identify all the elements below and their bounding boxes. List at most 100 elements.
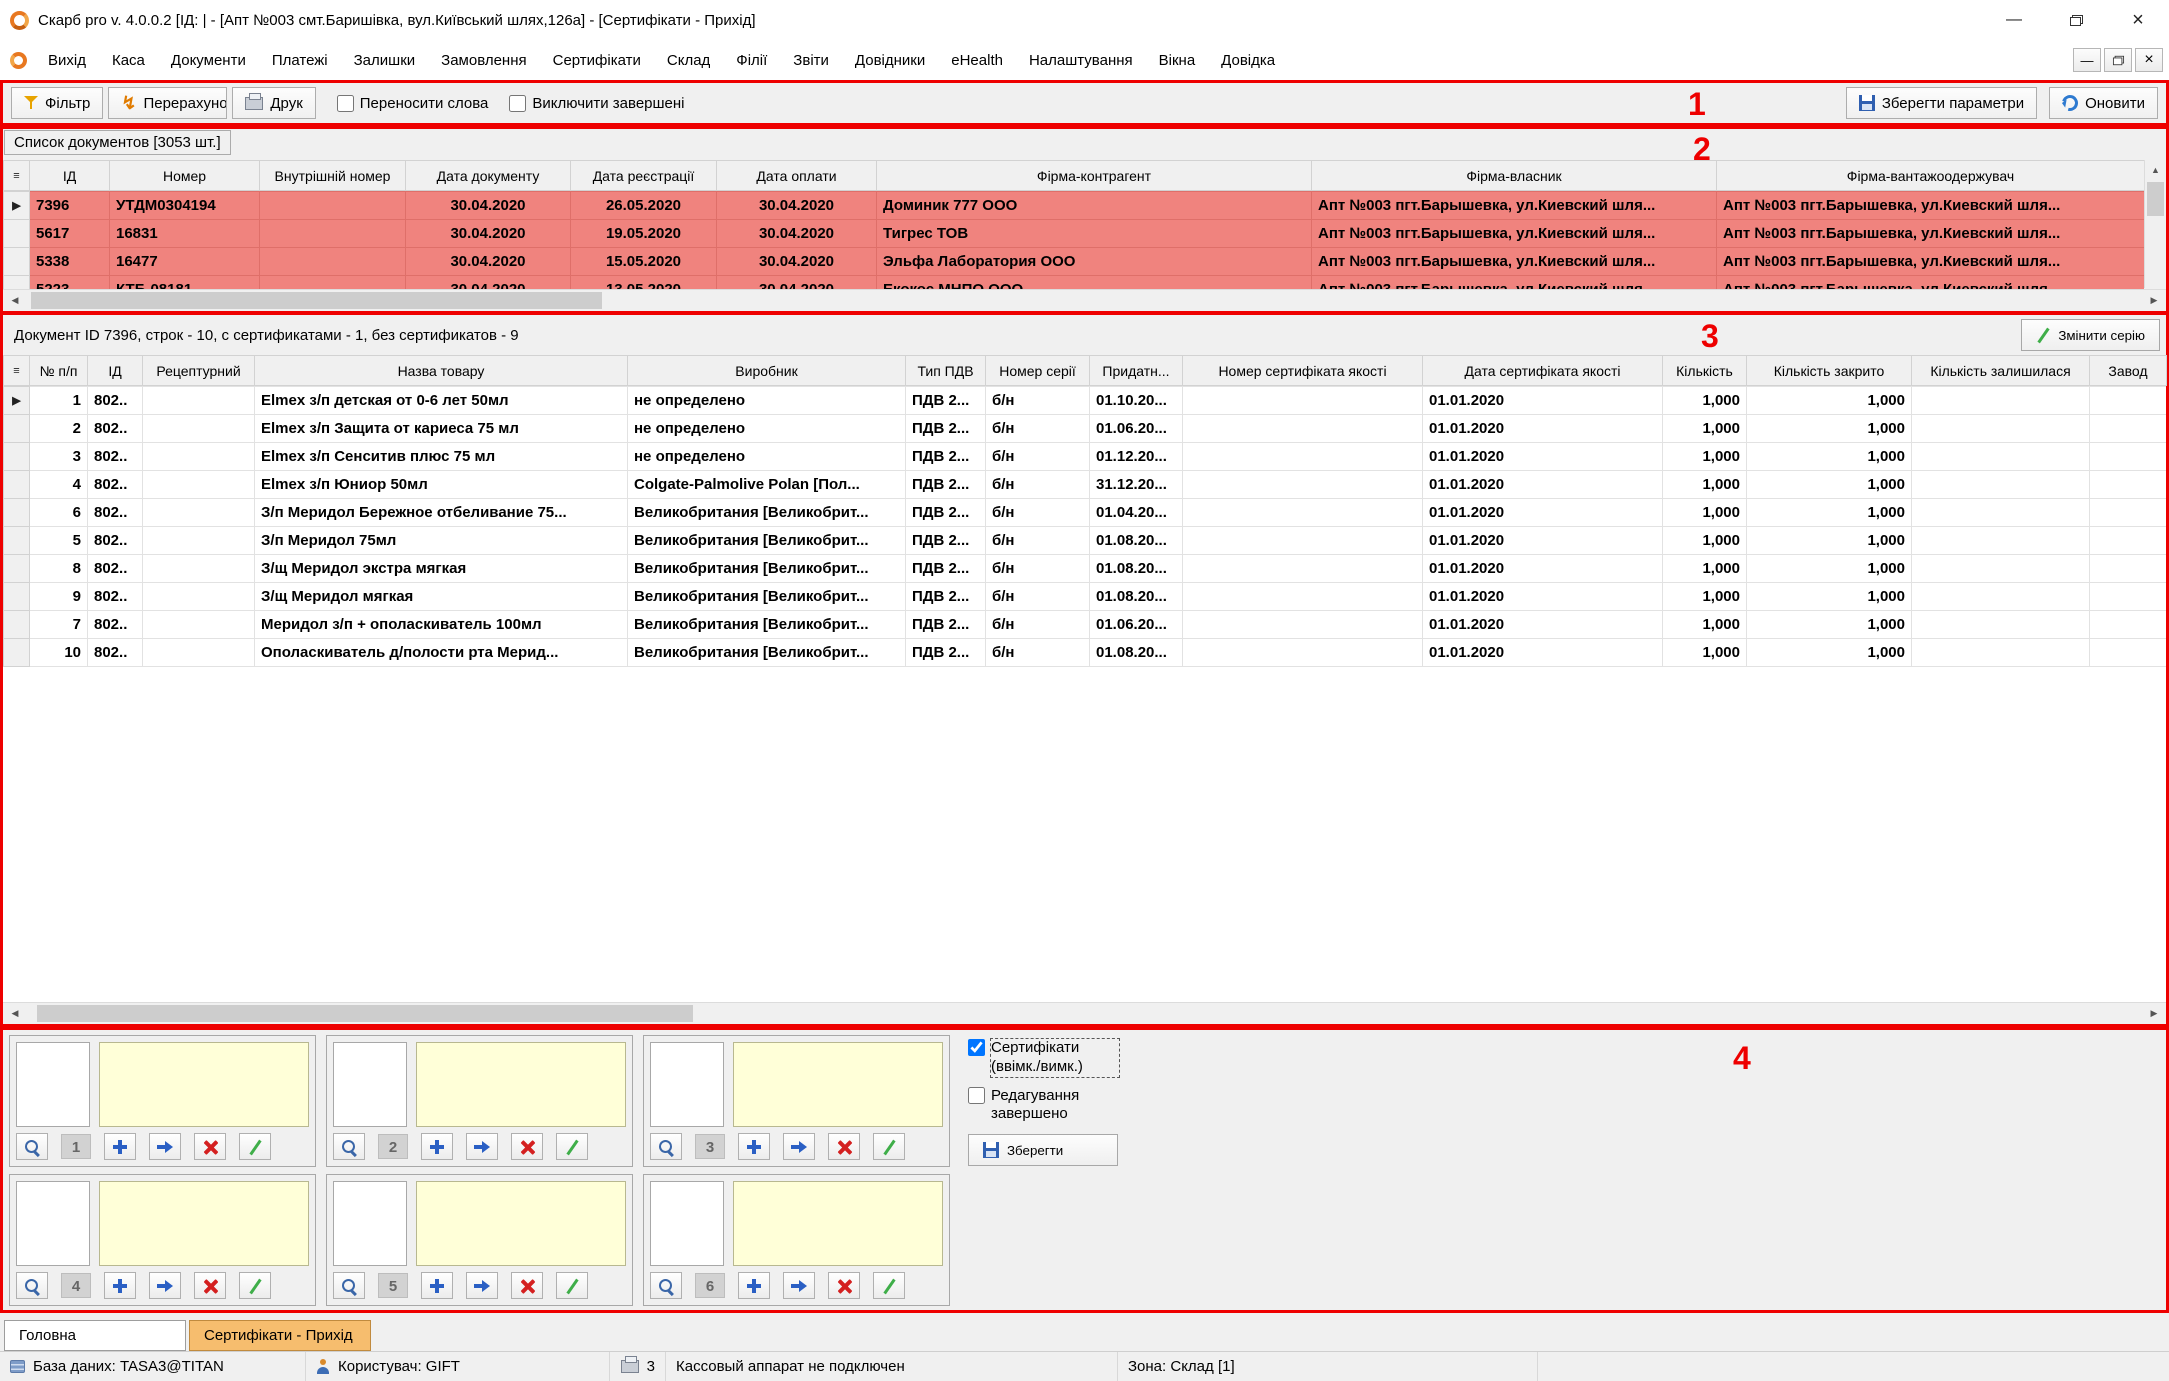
save-certificates-button[interactable]: Зберегти — [968, 1134, 1118, 1166]
detail-row[interactable]: 7 802.. Меридол з/п + ополаскиватель 100… — [4, 611, 2167, 639]
horizontal-scroll-thumb[interactable] — [37, 1005, 693, 1022]
open-certificate-button[interactable] — [466, 1133, 498, 1160]
detail-horizontal-scrollbar[interactable]: ◀ ▶ — [3, 1002, 2166, 1024]
col-pay-date[interactable]: Дата оплати — [717, 161, 877, 191]
menu-item-platezhi[interactable]: Платежі — [259, 43, 341, 78]
col-consignee[interactable]: Фірма-вантажоодержувач — [1717, 161, 2145, 191]
editing-done-input[interactable] — [968, 1087, 985, 1104]
certificate-preview[interactable] — [733, 1181, 943, 1266]
open-certificate-button[interactable] — [149, 1272, 181, 1299]
delete-certificate-button[interactable] — [828, 1133, 860, 1160]
certificate-preview[interactable] — [733, 1042, 943, 1127]
col-cert-number[interactable]: Номер сертифіката якості — [1183, 356, 1423, 386]
col-quantity-closed[interactable]: Кількість закрито — [1747, 356, 1912, 386]
col-internal-number[interactable]: Внутрішній номер — [260, 161, 406, 191]
delete-certificate-button[interactable] — [194, 1133, 226, 1160]
document-row[interactable]: 5338 16477 30.04.2020 15.05.2020 30.04.2… — [4, 248, 2145, 276]
zoom-certificate-button[interactable] — [333, 1133, 365, 1160]
col-doc-date[interactable]: Дата документу — [406, 161, 571, 191]
certificate-thumbnail[interactable] — [16, 1042, 90, 1127]
refresh-button[interactable]: Оновити — [2049, 87, 2158, 119]
col-line-no[interactable]: № п/п — [30, 356, 88, 386]
documents-vertical-scrollbar[interactable]: ▲ — [2144, 160, 2166, 288]
col-quantity[interactable]: Кількість — [1663, 356, 1747, 386]
detail-row[interactable]: 3 802.. Elmex з/п Сенситив плюс 75 мл не… — [4, 443, 2167, 471]
col-plant[interactable]: Завод — [2090, 356, 2167, 386]
col-prescription[interactable]: Рецептурний — [143, 356, 255, 386]
col-vat-type[interactable]: Тип ПДВ — [906, 356, 986, 386]
filter-button[interactable]: Фільтр — [11, 87, 103, 119]
detail-row[interactable]: 6 802.. З/п Меридол Бережное отбеливание… — [4, 499, 2167, 527]
zoom-certificate-button[interactable] — [333, 1272, 365, 1299]
certificate-thumbnail[interactable] — [16, 1181, 90, 1266]
document-row[interactable]: 5617 16831 30.04.2020 19.05.2020 30.04.2… — [4, 220, 2145, 248]
edit-certificate-button[interactable] — [873, 1133, 905, 1160]
col-product-name[interactable]: Назва товару — [255, 356, 628, 386]
tab-certificates-receipt[interactable]: Сертифікати - Прихід — [189, 1320, 371, 1351]
menu-item-nalashtuvannia[interactable]: Налаштування — [1016, 43, 1146, 78]
delete-certificate-button[interactable] — [511, 1133, 543, 1160]
add-certificate-button[interactable] — [104, 1272, 136, 1299]
menu-item-sklad[interactable]: Склад — [654, 43, 723, 78]
change-series-button[interactable]: Змінити серію — [2021, 319, 2160, 351]
certificate-thumbnail[interactable] — [650, 1042, 724, 1127]
open-certificate-button[interactable] — [149, 1133, 181, 1160]
certificate-preview[interactable] — [99, 1181, 309, 1266]
menu-item-dovidka[interactable]: Довідка — [1208, 43, 1288, 78]
menu-item-vyhid[interactable]: Вихід — [35, 43, 99, 78]
scroll-right-icon[interactable]: ▶ — [2142, 290, 2166, 311]
mdi-close-button[interactable]: × — [2135, 48, 2163, 72]
certificate-thumbnail[interactable] — [650, 1181, 724, 1266]
add-certificate-button[interactable] — [104, 1133, 136, 1160]
col-series-number[interactable]: Номер серії — [986, 356, 1090, 386]
certificate-preview[interactable] — [99, 1042, 309, 1127]
scroll-right-icon[interactable]: ▶ — [2142, 1003, 2166, 1024]
open-certificate-button[interactable] — [466, 1272, 498, 1299]
print-button[interactable]: Друк — [232, 87, 315, 119]
delete-certificate-button[interactable] — [194, 1272, 226, 1299]
menu-item-vikna[interactable]: Вікна — [1146, 43, 1209, 78]
open-certificate-button[interactable] — [783, 1133, 815, 1160]
col-quantity-left[interactable]: Кількість залишилася — [1912, 356, 2090, 386]
close-button[interactable]: × — [2107, 0, 2169, 40]
menu-item-ehealth[interactable]: eHealth — [938, 43, 1016, 78]
edit-certificate-button[interactable] — [556, 1133, 588, 1160]
detail-row[interactable]: 10 802.. Ополаскиватель д/полости рта Ме… — [4, 639, 2167, 667]
add-certificate-button[interactable] — [738, 1272, 770, 1299]
menu-item-zamovlennia[interactable]: Замовлення — [428, 43, 539, 78]
col-cert-date[interactable]: Дата сертифіката якості — [1423, 356, 1663, 386]
detail-row[interactable]: 4 802.. Elmex з/п Юниор 50мл Colgate-Pal… — [4, 471, 2167, 499]
certificate-preview[interactable] — [416, 1042, 626, 1127]
edit-certificate-button[interactable] — [556, 1272, 588, 1299]
document-row[interactable]: ▶ 7396 УТДМ0304194 30.04.2020 26.05.2020… — [4, 192, 2145, 220]
zoom-certificate-button[interactable] — [16, 1133, 48, 1160]
open-certificate-button[interactable] — [783, 1272, 815, 1299]
certificates-toggle-input[interactable] — [968, 1039, 985, 1056]
add-certificate-button[interactable] — [421, 1272, 453, 1299]
scroll-up-icon[interactable]: ▲ — [2145, 160, 2166, 180]
certificate-thumbnail[interactable] — [333, 1181, 407, 1266]
detail-row[interactable]: 8 802.. З/щ Меридол экстра мягкая Велико… — [4, 555, 2167, 583]
vertical-scroll-thumb[interactable] — [2147, 182, 2164, 216]
col-id[interactable]: ІД — [30, 161, 110, 191]
menu-item-kasa[interactable]: Каса — [99, 43, 158, 78]
exclude-completed-input[interactable] — [509, 95, 526, 112]
zoom-certificate-button[interactable] — [650, 1272, 682, 1299]
mdi-minimize-button[interactable]: — — [2073, 48, 2101, 72]
col-number[interactable]: Номер — [110, 161, 260, 191]
documents-horizontal-scrollbar[interactable]: ◀ ▶ — [3, 289, 2166, 311]
scroll-left-icon[interactable]: ◀ — [3, 290, 27, 311]
col-manufacturer[interactable]: Виробник — [628, 356, 906, 386]
restore-button[interactable] — [2045, 0, 2107, 40]
col-validity[interactable]: Придатн... — [1090, 356, 1183, 386]
menu-item-zalyshky[interactable]: Залишки — [341, 43, 429, 78]
wrap-words-checkbox[interactable]: Переносити слова — [337, 95, 489, 112]
col-owner[interactable]: Фірма-власник — [1312, 161, 1717, 191]
document-row[interactable]: 5223 КТБ-08181 30.04.2020 13.05.2020 30.… — [4, 276, 2145, 290]
certificate-thumbnail[interactable] — [333, 1042, 407, 1127]
wrap-words-input[interactable] — [337, 95, 354, 112]
edit-certificate-button[interactable] — [873, 1272, 905, 1299]
add-certificate-button[interactable] — [421, 1133, 453, 1160]
certificate-preview[interactable] — [416, 1181, 626, 1266]
menu-item-dovidnyky[interactable]: Довідники — [842, 43, 938, 78]
